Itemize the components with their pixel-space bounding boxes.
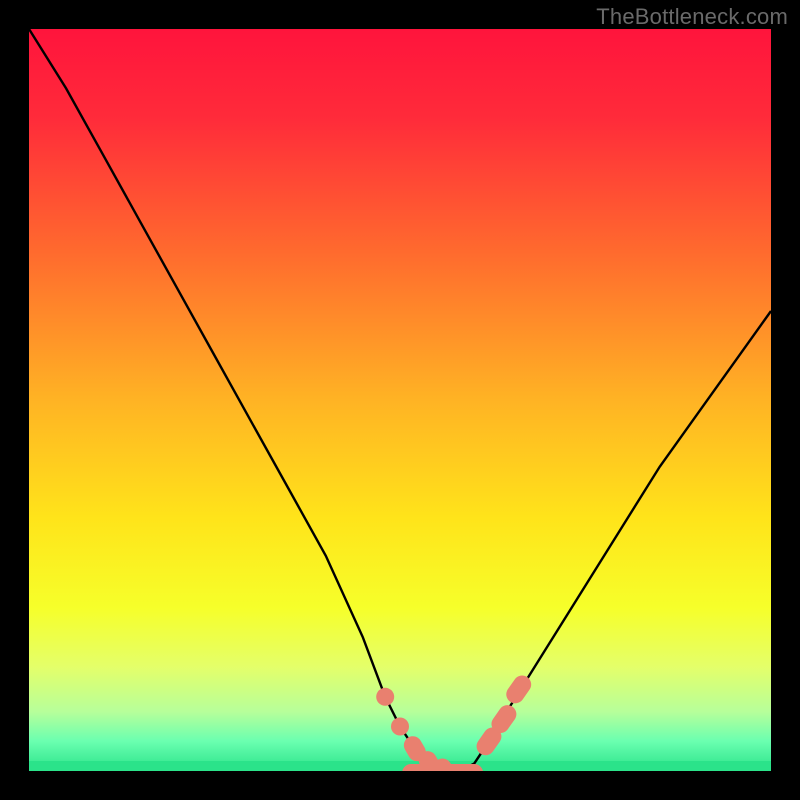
curve-marker xyxy=(376,688,394,706)
attribution-label: TheBottleneck.com xyxy=(596,4,788,30)
bottleneck-chart xyxy=(0,0,800,800)
bottom-green-band xyxy=(29,761,771,771)
gradient-background xyxy=(29,29,771,771)
chart-stage: TheBottleneck.com xyxy=(0,0,800,800)
curve-marker xyxy=(391,718,409,736)
curve-marker xyxy=(443,764,483,782)
